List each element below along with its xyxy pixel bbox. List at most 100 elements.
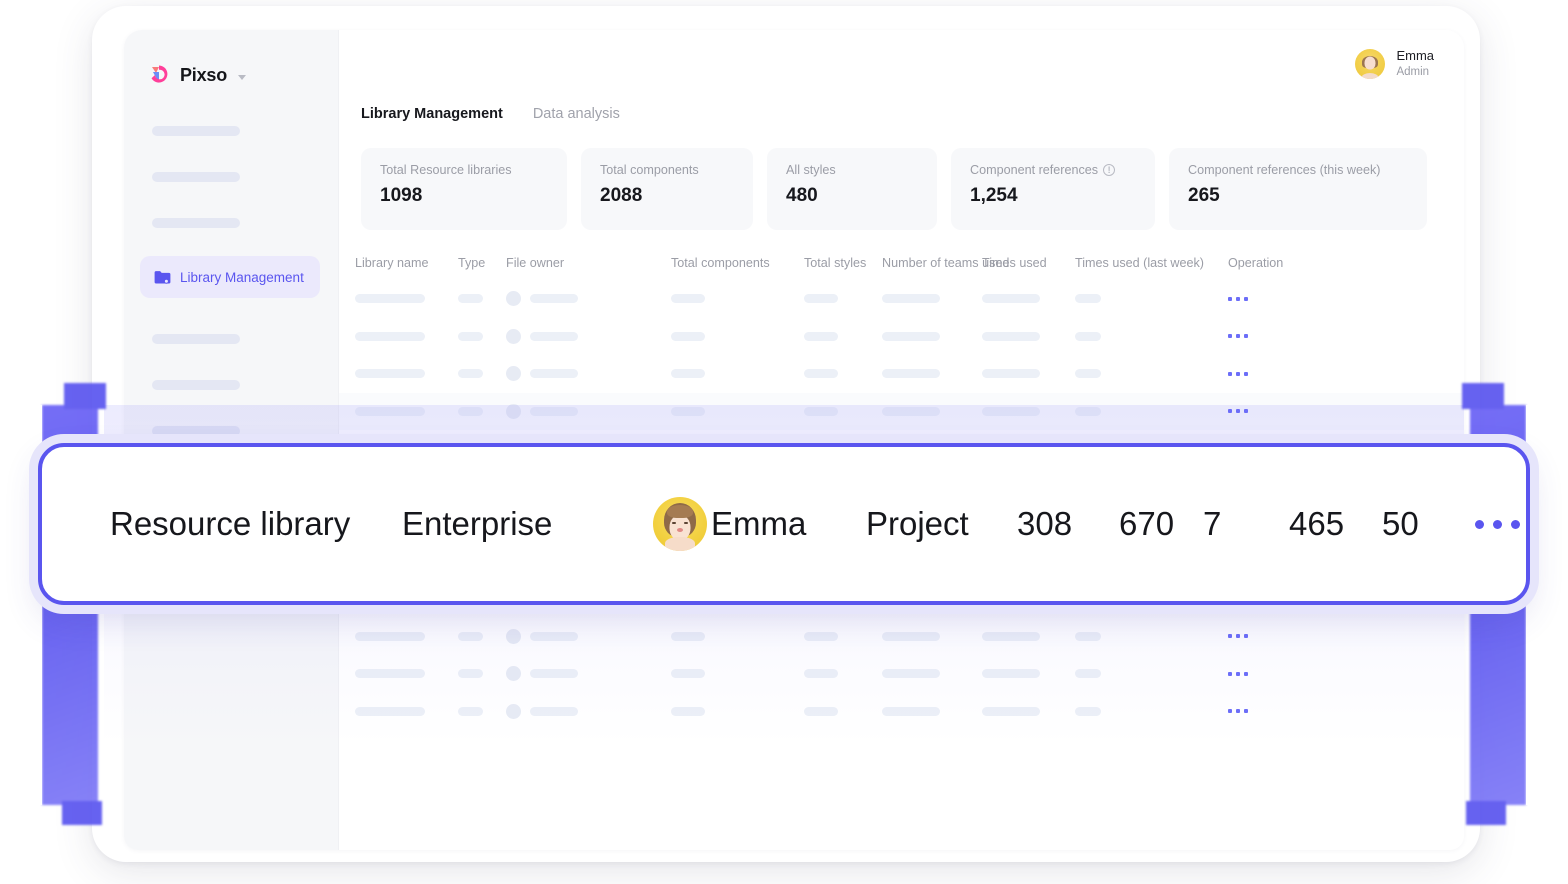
cell-times-used bbox=[982, 331, 1075, 341]
callout-total-styles: 308 bbox=[1017, 505, 1073, 542]
callout-row[interactable]: Resource library Enterprise Emma Project… bbox=[42, 497, 1526, 551]
column-header-file-owner[interactable]: File owner bbox=[506, 256, 671, 270]
brand[interactable]: Pixso bbox=[124, 30, 338, 88]
sidebar-nav: Library Management bbox=[124, 126, 338, 482]
table-row[interactable] bbox=[339, 392, 1464, 430]
stat-card-all-styles[interactable]: All styles 480 bbox=[767, 148, 937, 230]
more-options-icon[interactable] bbox=[1228, 334, 1288, 339]
cell-total-styles bbox=[804, 294, 882, 304]
stat-card-total-resource-libraries[interactable]: Total Resource libraries 1098 bbox=[361, 148, 567, 230]
cell-total-components bbox=[671, 669, 804, 679]
cell-number-of-teams-used bbox=[882, 706, 982, 716]
sidebar-item-placeholder[interactable] bbox=[152, 334, 240, 344]
cell-times-used bbox=[982, 669, 1075, 679]
cell-total-styles bbox=[804, 706, 882, 716]
cell-total-components bbox=[671, 369, 804, 379]
chevron-down-icon[interactable] bbox=[238, 74, 247, 80]
stat-value: 1098 bbox=[380, 185, 423, 206]
cell-library-name bbox=[355, 631, 458, 641]
column-header-total-styles[interactable]: Total styles bbox=[804, 256, 882, 270]
callout-operation[interactable] bbox=[1475, 519, 1520, 529]
stat-label: Component references ! bbox=[970, 163, 1137, 177]
user-profile[interactable]: Emma Admin bbox=[1355, 48, 1434, 79]
more-options-icon[interactable] bbox=[1228, 371, 1288, 376]
cell-operation[interactable] bbox=[1228, 334, 1288, 339]
more-options-icon[interactable] bbox=[1228, 671, 1288, 676]
callout-times-used: 7 bbox=[1203, 505, 1222, 542]
sidebar-item-placeholder[interactable] bbox=[152, 126, 240, 136]
cell-type bbox=[458, 331, 506, 341]
cell-times-used-last-week bbox=[1075, 331, 1228, 341]
more-options-icon[interactable] bbox=[1475, 519, 1520, 529]
table-header-row: Library name Type File owner Total compo… bbox=[339, 230, 1464, 270]
cell-type bbox=[458, 669, 506, 679]
cell-times-used-last-week bbox=[1075, 669, 1228, 679]
tab-bar: Library Management Data analysis bbox=[339, 98, 1464, 122]
table-row[interactable] bbox=[339, 318, 1464, 356]
info-icon[interactable]: ! bbox=[1103, 164, 1116, 176]
stat-card-total-components[interactable]: Total components 2088 bbox=[581, 148, 753, 230]
cell-total-styles bbox=[804, 669, 882, 679]
cell-total-styles bbox=[804, 369, 882, 379]
pixso-logo-icon bbox=[146, 62, 172, 88]
stat-value: 2088 bbox=[600, 185, 643, 206]
stat-card-component-references[interactable]: Component references ! 1,254 bbox=[951, 148, 1155, 230]
table-row[interactable] bbox=[339, 618, 1464, 656]
cell-file-owner bbox=[506, 291, 671, 307]
cell-total-styles bbox=[804, 406, 882, 416]
cell-operation[interactable] bbox=[1228, 634, 1288, 639]
callout-library-name: Resource library bbox=[110, 505, 351, 542]
cell-library-name bbox=[355, 369, 458, 379]
column-header-number-of-teams-used[interactable]: Number of teams used bbox=[882, 256, 1009, 270]
cell-file-owner bbox=[506, 628, 671, 644]
column-header-library-name[interactable]: Library name bbox=[355, 256, 458, 270]
cell-file-owner bbox=[506, 366, 671, 382]
zoom-callout: Resource library Enterprise Emma Project… bbox=[38, 443, 1530, 605]
cell-file-owner bbox=[506, 703, 671, 719]
cell-operation[interactable] bbox=[1228, 296, 1288, 301]
cell-total-styles bbox=[804, 631, 882, 641]
tab-library-management[interactable]: Library Management bbox=[361, 106, 503, 122]
stat-label: Component references (this week) bbox=[1188, 163, 1381, 177]
cell-library-name bbox=[355, 294, 458, 304]
table-row[interactable] bbox=[339, 655, 1464, 693]
column-header-type[interactable]: Type bbox=[458, 256, 506, 270]
callout-file-owner: Emma bbox=[653, 497, 866, 551]
stat-card-component-references-this-week[interactable]: Component references (this week) 265 bbox=[1169, 148, 1427, 230]
cell-total-styles bbox=[804, 331, 882, 341]
callout-file-owner-name: Emma bbox=[711, 505, 807, 542]
cell-type bbox=[458, 294, 506, 304]
cell-operation[interactable] bbox=[1228, 409, 1288, 414]
main-content: Emma Admin Library Management Data analy… bbox=[339, 30, 1464, 850]
sidebar-item-label: Library Management bbox=[180, 269, 304, 285]
table-row[interactable] bbox=[339, 280, 1464, 318]
glow-mask-left bbox=[0, 405, 42, 805]
sidebar-item-library-management[interactable]: Library Management bbox=[140, 256, 320, 298]
sidebar-item-placeholder[interactable] bbox=[152, 218, 240, 228]
table-row[interactable] bbox=[339, 693, 1464, 731]
cell-operation[interactable] bbox=[1228, 671, 1288, 676]
more-options-icon[interactable] bbox=[1228, 296, 1288, 301]
table-row[interactable] bbox=[339, 355, 1464, 393]
cell-type bbox=[458, 706, 506, 716]
more-options-icon[interactable] bbox=[1228, 634, 1288, 639]
cell-times-used bbox=[982, 294, 1075, 304]
cell-total-components bbox=[671, 631, 804, 641]
column-header-total-components[interactable]: Total components bbox=[671, 256, 804, 270]
cell-operation[interactable] bbox=[1228, 371, 1288, 376]
cell-library-name bbox=[355, 669, 458, 679]
sidebar-item-placeholder[interactable] bbox=[152, 380, 240, 390]
cell-operation[interactable] bbox=[1228, 709, 1288, 714]
column-header-times-used-last-week[interactable]: Times used (last week) bbox=[1075, 256, 1228, 270]
sidebar-item-placeholder[interactable] bbox=[152, 426, 240, 436]
column-header-times-used[interactable]: Times used bbox=[982, 256, 1075, 270]
sidebar-item-placeholder[interactable] bbox=[152, 172, 240, 182]
cell-number-of-teams-used bbox=[882, 294, 982, 304]
cell-times-used bbox=[982, 406, 1075, 416]
more-options-icon[interactable] bbox=[1228, 409, 1288, 414]
column-header-operation[interactable]: Operation bbox=[1228, 256, 1288, 270]
cell-number-of-teams-used bbox=[882, 406, 982, 416]
tab-data-analysis[interactable]: Data analysis bbox=[533, 106, 620, 122]
cell-times-used bbox=[982, 369, 1075, 379]
more-options-icon[interactable] bbox=[1228, 709, 1288, 714]
